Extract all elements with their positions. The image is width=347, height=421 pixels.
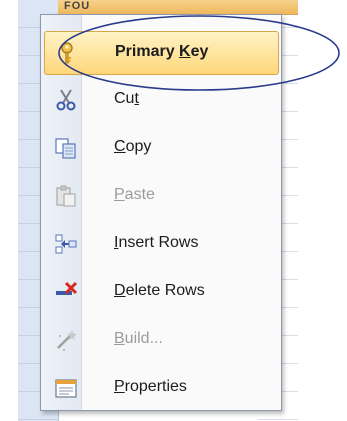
menu-item-label: Build... bbox=[114, 330, 163, 347]
menu-item-properties[interactable]: Properties bbox=[44, 367, 277, 409]
properties-icon bbox=[54, 376, 78, 400]
menu-item-insert-rows[interactable]: Insert Rows bbox=[44, 223, 277, 265]
menu-item-label: Delete Rows bbox=[114, 282, 205, 299]
menu-item-build[interactable]: Build... bbox=[44, 319, 277, 361]
delete-rows-icon bbox=[54, 280, 78, 304]
paste-icon bbox=[54, 184, 78, 208]
menu-item-label: Copy bbox=[114, 138, 152, 155]
annotation-ellipse bbox=[58, 15, 340, 91]
insert-rows-icon bbox=[54, 232, 78, 256]
menu-item-label: Insert Rows bbox=[114, 234, 199, 251]
menu-item-label: Paste bbox=[114, 186, 155, 203]
menu-item-label: Properties bbox=[114, 378, 187, 395]
copy-icon bbox=[54, 136, 78, 160]
menu-item-paste[interactable]: Paste bbox=[44, 175, 277, 217]
menu-item-copy[interactable]: Copy bbox=[44, 127, 277, 169]
menu-item-delete-rows[interactable]: Delete Rows bbox=[44, 271, 277, 313]
build-wand-icon bbox=[54, 328, 78, 352]
